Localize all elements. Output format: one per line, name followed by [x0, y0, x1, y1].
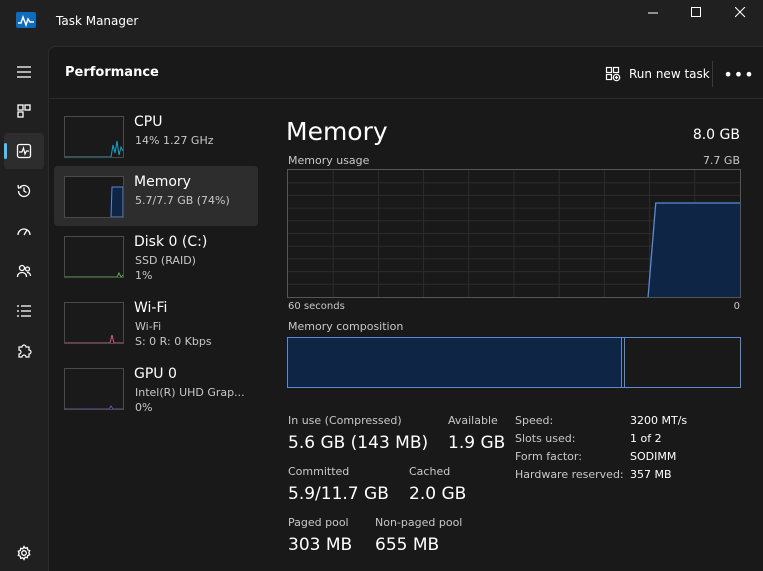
spec-label: Form factor:	[515, 450, 582, 463]
non-paged-pool-value: 655 MB	[375, 535, 440, 555]
hamburger-icon	[17, 66, 31, 78]
device-name: Disk 0 (C:)	[134, 234, 208, 250]
device-stat: 1%	[135, 269, 153, 282]
navigation-rail	[0, 46, 48, 571]
wifi-mini-graph	[64, 302, 124, 344]
spec-value: 1 of 2	[630, 432, 662, 445]
disk-mini-graph	[64, 236, 124, 278]
in-use-value: 5.6 GB (143 MB)	[288, 433, 429, 453]
device-name: Memory	[134, 174, 191, 190]
cached-label: Cached	[409, 465, 451, 478]
maximize-button[interactable]	[676, 0, 716, 24]
task-manager-icon	[16, 12, 36, 28]
device-wifi[interactable]: Wi-Fi Wi-Fi S: 0 R: 0 Kbps	[54, 292, 258, 352]
spec-label: Speed:	[515, 414, 554, 427]
spec-value: 3200 MT/s	[630, 414, 688, 427]
device-stat: 5.7/7.7 GB (74%)	[135, 194, 230, 207]
cpu-sparkline	[65, 140, 123, 157]
device-memory[interactable]: Memory 5.7/7.7 GB (74%)	[54, 166, 258, 226]
memory-usage-graph	[287, 169, 741, 298]
nav-settings[interactable]	[4, 535, 44, 571]
gauge-icon	[17, 228, 31, 236]
run-new-task-label: Run new task	[629, 67, 710, 81]
more-options-button[interactable]: •••	[723, 61, 755, 87]
history-icon	[17, 184, 31, 198]
nav-users[interactable]	[4, 253, 44, 289]
graph-axis-right: 0	[733, 301, 740, 312]
device-name: CPU	[134, 114, 163, 130]
device-stat: S: 0 R: 0 Kbps	[135, 335, 212, 348]
minimize-button[interactable]	[633, 0, 673, 24]
page-header: Performance Run new task •••	[49, 47, 763, 99]
composition-modified	[622, 338, 625, 387]
memory-heading: Memory	[286, 117, 388, 146]
memory-usage-max: 7.7 GB	[702, 154, 740, 167]
close-button[interactable]	[720, 0, 760, 24]
memory-composition-label: Memory composition	[288, 320, 404, 333]
maximize-icon	[690, 6, 701, 17]
nav-processes[interactable]	[4, 93, 44, 129]
nav-app-history[interactable]	[4, 173, 44, 209]
device-cpu[interactable]: CPU 14% 1.27 GHz	[54, 106, 258, 166]
in-use-label: In use (Compressed)	[288, 414, 402, 427]
wifi-sparkline	[65, 334, 123, 343]
memory-mini-graph	[64, 176, 124, 218]
puzzle-icon	[18, 344, 32, 358]
committed-label: Committed	[288, 465, 350, 478]
nav-performance[interactable]	[4, 133, 44, 169]
device-stat: 0%	[135, 401, 153, 414]
disk-sparkline	[65, 271, 123, 277]
nav-services[interactable]	[4, 333, 44, 369]
paged-pool-label: Paged pool	[288, 516, 349, 529]
gpu-sparkline	[65, 405, 123, 409]
run-new-task-button[interactable]: Run new task	[601, 61, 714, 87]
nav-startup-apps[interactable]	[4, 213, 44, 249]
minimize-icon	[647, 12, 658, 13]
cached-value: 2.0 GB	[409, 484, 467, 504]
cpu-mini-graph	[64, 116, 124, 158]
memory-sparkline	[110, 186, 123, 217]
device-name: GPU 0	[134, 366, 177, 382]
memory-usage-label: Memory usage	[288, 154, 370, 167]
gear-icon	[17, 545, 31, 561]
spec-label: Slots used:	[515, 432, 576, 445]
device-type: Wi-Fi	[135, 320, 162, 333]
memory-usage-chart	[288, 170, 740, 297]
available-label: Available	[448, 414, 498, 427]
hamburger-menu-button[interactable]	[4, 54, 44, 90]
nav-details[interactable]	[4, 293, 44, 329]
available-value: 1.9 GB	[448, 433, 506, 453]
spec-label: Hardware reserved:	[515, 468, 624, 481]
processes-icon	[17, 104, 31, 118]
gpu-mini-graph	[64, 368, 124, 410]
paged-pool-value: 303 MB	[288, 535, 353, 555]
header-separator	[712, 61, 713, 87]
memory-total: 8.0 GB	[692, 127, 740, 143]
device-type: Intel(R) UHD Grap...	[135, 386, 245, 399]
run-task-icon	[605, 66, 621, 82]
memory-composition-bar	[287, 337, 741, 388]
device-type: SSD (RAID)	[135, 254, 196, 267]
details-list-icon	[17, 305, 31, 317]
spec-value: SODIMM	[630, 450, 677, 463]
device-stat: 14% 1.27 GHz	[135, 134, 214, 147]
window-title: Task Manager	[56, 14, 139, 28]
device-name: Wi-Fi	[134, 300, 168, 316]
more-icon: •••	[723, 64, 755, 84]
non-paged-pool-label: Non-paged pool	[375, 516, 463, 529]
main-panel: Performance Run new task ••• CPU 14% 1.2…	[48, 46, 763, 571]
device-disk[interactable]: Disk 0 (C:) SSD (RAID) 1%	[54, 226, 258, 286]
close-icon	[734, 6, 745, 17]
title-bar: Task Manager	[0, 0, 763, 46]
page-title: Performance	[65, 65, 159, 80]
graph-axis-left: 60 seconds	[288, 301, 345, 312]
committed-value: 5.9/11.7 GB	[288, 484, 389, 504]
performance-icon	[16, 143, 32, 159]
memory-usage-area	[648, 203, 740, 297]
spec-value: 357 MB	[630, 468, 672, 481]
composition-in-use	[288, 338, 622, 387]
users-icon	[16, 264, 32, 278]
device-gpu[interactable]: GPU 0 Intel(R) UHD Grap... 0%	[54, 358, 258, 418]
